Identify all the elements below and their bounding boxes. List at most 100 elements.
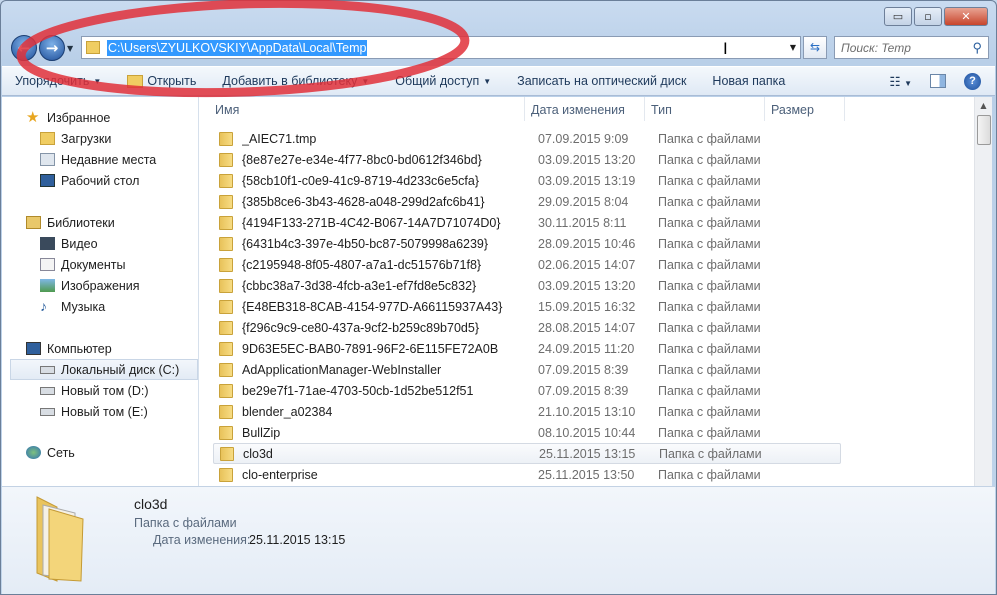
file-name: clo-enterprise <box>242 467 318 482</box>
file-type: Папка с файлами <box>658 173 761 188</box>
file-row[interactable]: blender_a02384 21.10.2015 13:10 Папка с … <box>213 401 841 422</box>
file-name: {58cb10f1-c0e9-41c9-8719-4d233c6e5cfa} <box>242 173 479 188</box>
minimize-button[interactable]: ▭ <box>884 7 912 26</box>
file-row[interactable]: 9D63E5EC-BAB0-7891-96F2-6E115FE72A0B 24.… <box>213 338 841 359</box>
preview-pane-icon[interactable] <box>930 74 946 88</box>
details-pane: clo3d Папка с файлами Дата изменения: 25… <box>2 486 995 594</box>
file-type: Папка с файлами <box>658 152 761 167</box>
folder-icon <box>219 341 233 356</box>
folder-icon <box>219 425 233 440</box>
forward-button[interactable]: → <box>39 35 65 61</box>
share-button[interactable]: Общий доступ ▼ <box>382 74 504 88</box>
sidebar-item-libraries[interactable]: Библиотеки <box>2 212 198 233</box>
file-row[interactable]: _AIEC71.tmp 07.09.2015 9:09 Папка с файл… <box>213 128 841 149</box>
file-type: Папка с файлами <box>658 194 761 209</box>
address-path[interactable]: C:\Users\ZYULKOVSKIY\AppData\Local\Temp <box>107 39 368 56</box>
file-type: Папка с файлами <box>658 383 761 398</box>
folder-icon <box>219 362 233 377</box>
file-row[interactable]: AdApplicationManager-WebInstaller 07.09.… <box>213 359 841 380</box>
file-date: 07.09.2015 9:09 <box>538 131 629 146</box>
address-bar[interactable]: C:\Users\ZYULKOVSKIY\AppData\Local\Temp … <box>81 36 801 59</box>
video-icon <box>40 237 55 250</box>
file-name: be29e7f1-71ae-4703-50cb-1d52be512f51 <box>242 383 474 398</box>
view-options-icon[interactable]: ☷ ▼ <box>889 74 912 89</box>
file-type: Папка с файлами <box>658 362 761 377</box>
help-icon[interactable]: ? <box>964 72 981 90</box>
file-date: 25.11.2015 13:50 <box>538 467 635 482</box>
sidebar-item-music[interactable]: ♪ Музыка <box>2 296 198 317</box>
address-dropdown-icon[interactable]: ▼ <box>790 43 796 52</box>
file-row[interactable]: BullZip 08.10.2015 10:44 Папка с файлами <box>213 422 841 443</box>
organize-button[interactable]: Упорядочить ▼ <box>2 74 114 88</box>
sidebar-item-disk-e[interactable]: Новый том (E:) <box>2 401 198 422</box>
scrollbar-thumb[interactable] <box>977 115 991 145</box>
sidebar-label: Рабочий стол <box>61 173 140 188</box>
downloads-icon <box>40 132 55 145</box>
sidebar-item-favorites[interactable]: ★ Избранное <box>2 107 198 128</box>
file-row[interactable]: {8e87e27e-e34e-4f77-8bc0-bd0612f346bd} 0… <box>213 149 841 170</box>
sidebar-item-disk-d[interactable]: Новый том (D:) <box>2 380 198 401</box>
scroll-up-icon[interactable]: ▲ <box>975 97 992 114</box>
folder-icon <box>219 236 233 251</box>
chevron-down-icon: ▼ <box>93 76 102 86</box>
sidebar-label: Новый том (D:) <box>61 383 149 398</box>
sidebar-item-video[interactable]: Видео <box>2 233 198 254</box>
open-button[interactable]: Открыть <box>114 74 209 88</box>
desktop-icon <box>40 174 55 187</box>
new-folder-button[interactable]: Новая папка <box>699 74 798 88</box>
recent-pages-dropdown-icon[interactable]: ▼ <box>67 44 73 53</box>
sidebar-label: Изображения <box>61 278 140 293</box>
sidebar-item-downloads[interactable]: Загрузки <box>2 128 198 149</box>
column-header-size[interactable]: Размер <box>765 97 845 121</box>
sidebar-label: Недавние места <box>61 152 157 167</box>
file-type: Папка с файлами <box>658 278 761 293</box>
vertical-scrollbar[interactable]: ▲ <box>974 97 992 486</box>
file-row[interactable]: be29e7f1-71ae-4703-50cb-1d52be512f51 07.… <box>213 380 841 401</box>
file-row[interactable]: {58cb10f1-c0e9-41c9-8719-4d233c6e5cfa} 0… <box>213 170 841 191</box>
file-row[interactable]: {385b8ce6-3b43-4628-a048-299d2afc6b41} 2… <box>213 191 841 212</box>
search-icon[interactable]: ⚲ <box>972 40 982 56</box>
sidebar-item-recent[interactable]: Недавние места <box>2 149 198 170</box>
file-type: Папка с файлами <box>658 320 761 335</box>
star-icon: ★ <box>26 109 40 126</box>
file-type: Папка с файлами <box>658 404 761 419</box>
sidebar-item-computer[interactable]: Компьютер <box>2 338 198 359</box>
maximize-button[interactable]: ▫ <box>914 7 942 26</box>
file-row[interactable]: {4194F133-271B-4C42-B067-14A7D71074D0} 3… <box>213 212 841 233</box>
file-name: {385b8ce6-3b43-4628-a048-299d2afc6b41} <box>242 194 485 209</box>
open-label: Открыть <box>147 74 197 88</box>
folder-icon <box>219 299 233 314</box>
file-date: 15.09.2015 16:32 <box>538 299 636 314</box>
file-row[interactable]: {E48EB318-8CAB-4154-977D-A66115937A43} 1… <box>213 296 841 317</box>
refresh-button[interactable]: ⇆ <box>803 36 827 59</box>
column-header-name[interactable]: Имя <box>199 97 525 121</box>
file-row[interactable]: {f296c9c9-ce80-437a-9cf2-b259c89b70d5} 2… <box>213 317 841 338</box>
close-button[interactable]: ✕ <box>944 7 988 26</box>
back-button[interactable]: ← <box>11 35 37 61</box>
file-date: 07.09.2015 8:39 <box>538 362 629 377</box>
file-type: Папка с файлами <box>658 215 761 230</box>
burn-button[interactable]: Записать на оптический диск <box>504 74 699 88</box>
text-cursor-icon: I <box>723 39 728 58</box>
file-row[interactable]: {6431b4c3-397e-4b50-bc87-5079998a6239} 2… <box>213 233 841 254</box>
details-name: clo3d <box>134 496 168 512</box>
sidebar-item-desktop[interactable]: Рабочий стол <box>2 170 198 191</box>
details-date-value: 25.11.2015 13:15 <box>249 533 346 547</box>
column-header-type[interactable]: Тип <box>645 97 765 121</box>
file-date: 29.09.2015 8:04 <box>538 194 629 209</box>
search-input[interactable]: Поиск: Temp ⚲ <box>834 36 989 59</box>
file-row[interactable]: clo3d 25.11.2015 13:15 Папка с файлами <box>213 443 841 464</box>
add-to-library-button[interactable]: Добавить в библиотеку ▼ <box>209 74 382 88</box>
file-type: Папка с файлами <box>658 341 761 356</box>
sidebar-label: Новый том (E:) <box>61 404 148 419</box>
column-header-date[interactable]: Дата изменения <box>525 97 645 121</box>
file-row[interactable]: {cbbc38a7-3d38-4fcb-a3e1-ef7fd8e5c832} 0… <box>213 275 841 296</box>
sidebar-item-documents[interactable]: Документы <box>2 254 198 275</box>
sidebar-item-images[interactable]: Изображения <box>2 275 198 296</box>
folder-icon <box>219 467 233 482</box>
sidebar-item-network[interactable]: Сеть <box>2 442 198 463</box>
file-row[interactable]: clo-enterprise 25.11.2015 13:50 Папка с … <box>213 464 841 485</box>
file-row[interactable]: {c2195948-8f05-4807-a7a1-dc51576b71f8} 0… <box>213 254 841 275</box>
sidebar-item-disk-c[interactable]: Локальный диск (C:) <box>10 359 198 380</box>
images-icon <box>40 279 55 292</box>
